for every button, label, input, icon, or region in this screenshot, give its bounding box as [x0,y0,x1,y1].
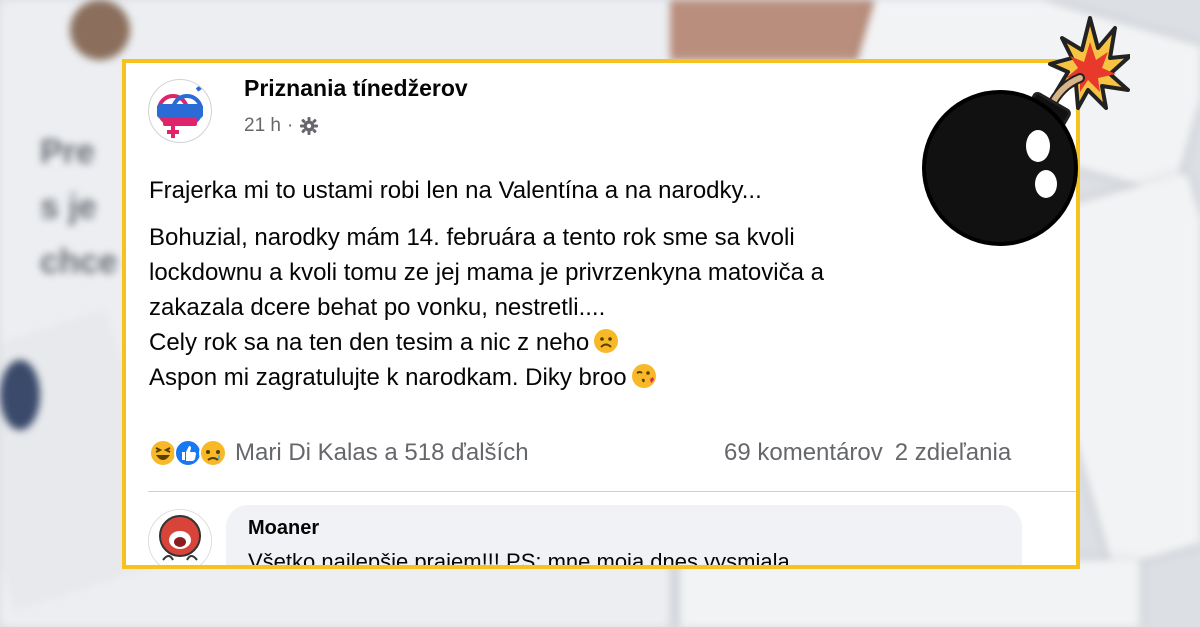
post-line-3: lockdownu a kvoli tomu ze jej mama je pr… [149,259,824,286]
meta-separator: · [286,115,294,136]
bg-screenshot-bottom [680,560,1140,627]
bg-avatar [0,360,40,430]
commenter-avatar-icon [149,510,211,565]
comment-avatar[interactable] [148,509,212,565]
frowning-face-emoji [594,329,619,353]
comments-count-link[interactable]: 69 komentárov [724,439,883,467]
comment-bubble: Moaner Všetko najlepšie prajem!!! PS: mn… [226,505,1022,569]
reactions-bar: Mari Di Kalas a 518 ďalších 69 komentáro… [148,433,1076,473]
post-timestamp[interactable]: 21 h [244,115,281,137]
post-line-5: Cely rok sa na ten den tesim a nic z neh… [149,325,1069,360]
bg-avatar-top [70,0,130,60]
sad-reaction-icon [199,439,227,467]
post-line-4: zakazala dcere behat po vonku, nestretli… [149,294,606,321]
comment-text: Všetko najlepšie prajem!!! PS: mne moja … [248,549,790,569]
post-meta: 21 h · [244,115,319,137]
page-name-link[interactable]: Priznania tínedžerov [244,75,468,102]
bomb-icon [922,16,1130,246]
post-line-6: Aspon mi zagratulujte k narodkam. Diky b… [149,360,1069,395]
comment-author-link[interactable]: Moaner [248,517,319,540]
reactors-link[interactable]: Mari Di Kalas a 518 ďalších [235,439,529,467]
gear-icon[interactable] [299,116,319,136]
page-avatar[interactable] [148,79,212,143]
reaction-icons[interactable] [148,438,227,468]
post-line-6-text: Aspon mi zagratulujte k narodkam. Diky b… [149,364,627,391]
post-line-5-text: Cely rok sa na ten den tesim a nic z neh… [149,329,590,356]
shares-count-link[interactable]: 2 zdieľania [895,439,1011,467]
engagement-counts: 69 komentárov 2 zdieľania [724,439,1011,467]
page-logo-icon [157,82,207,138]
face-blowing-kiss-emoji [631,364,656,388]
divider [148,491,1076,492]
